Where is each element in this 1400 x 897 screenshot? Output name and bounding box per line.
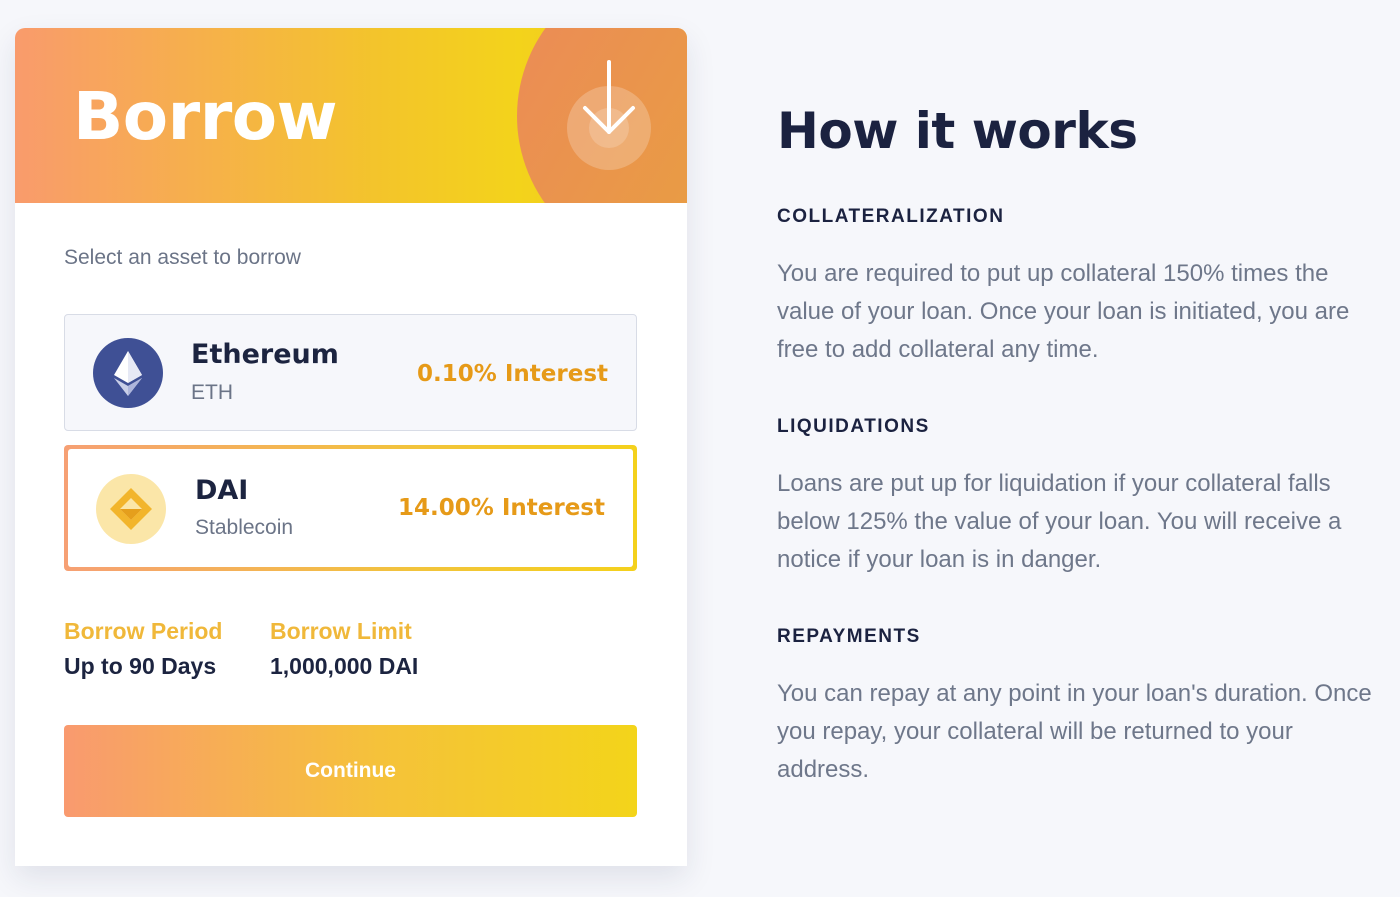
asset-option-dai[interactable]: DAI Stablecoin 14.00% Interest <box>64 445 637 571</box>
borrow-title: Borrow <box>73 78 338 155</box>
asset-name: DAI <box>195 475 249 506</box>
borrow-limit-label: Borrow Limit <box>270 618 412 644</box>
section-body-liquidations: Loans are put up for liquidation if your… <box>777 470 1342 573</box>
asset-interest-rate: 0.10% Interest <box>417 361 608 387</box>
section-body-collateralization: You are required to put up collateral 15… <box>777 260 1350 363</box>
section-heading-repayments: REPAYMENTS <box>777 626 921 647</box>
download-arrow-icon <box>561 58 665 178</box>
dai-icon <box>96 474 166 544</box>
section-heading-liquidations: LIQUIDATIONS <box>777 416 930 437</box>
section-heading-collateralization: COLLATERALIZATION <box>777 206 1005 227</box>
borrow-card: Borrow Select an asset to borrow Ethereu… <box>15 28 687 866</box>
section-body-repayments: You can repay at any point in your loan'… <box>777 680 1372 783</box>
borrow-limit-value: 1,000,000 DAI <box>270 653 419 679</box>
continue-button[interactable]: Continue <box>64 725 637 817</box>
borrow-header: Borrow <box>15 28 687 203</box>
borrow-period-label: Borrow Period <box>64 618 223 644</box>
asset-interest-rate: 14.00% Interest <box>398 495 605 521</box>
asset-name: Ethereum <box>191 339 339 370</box>
borrow-period-value: Up to 90 Days <box>64 653 217 679</box>
asset-symbol: ETH <box>191 381 233 404</box>
asset-symbol: Stablecoin <box>195 516 294 539</box>
asset-option-ethereum[interactable]: Ethereum ETH 0.10% Interest <box>64 314 637 431</box>
select-asset-label: Select an asset to borrow <box>64 246 301 269</box>
ethereum-icon <box>93 338 163 408</box>
asset-option-dai-inner: DAI Stablecoin 14.00% Interest <box>68 449 633 567</box>
how-it-works-title: How it works <box>777 102 1138 160</box>
